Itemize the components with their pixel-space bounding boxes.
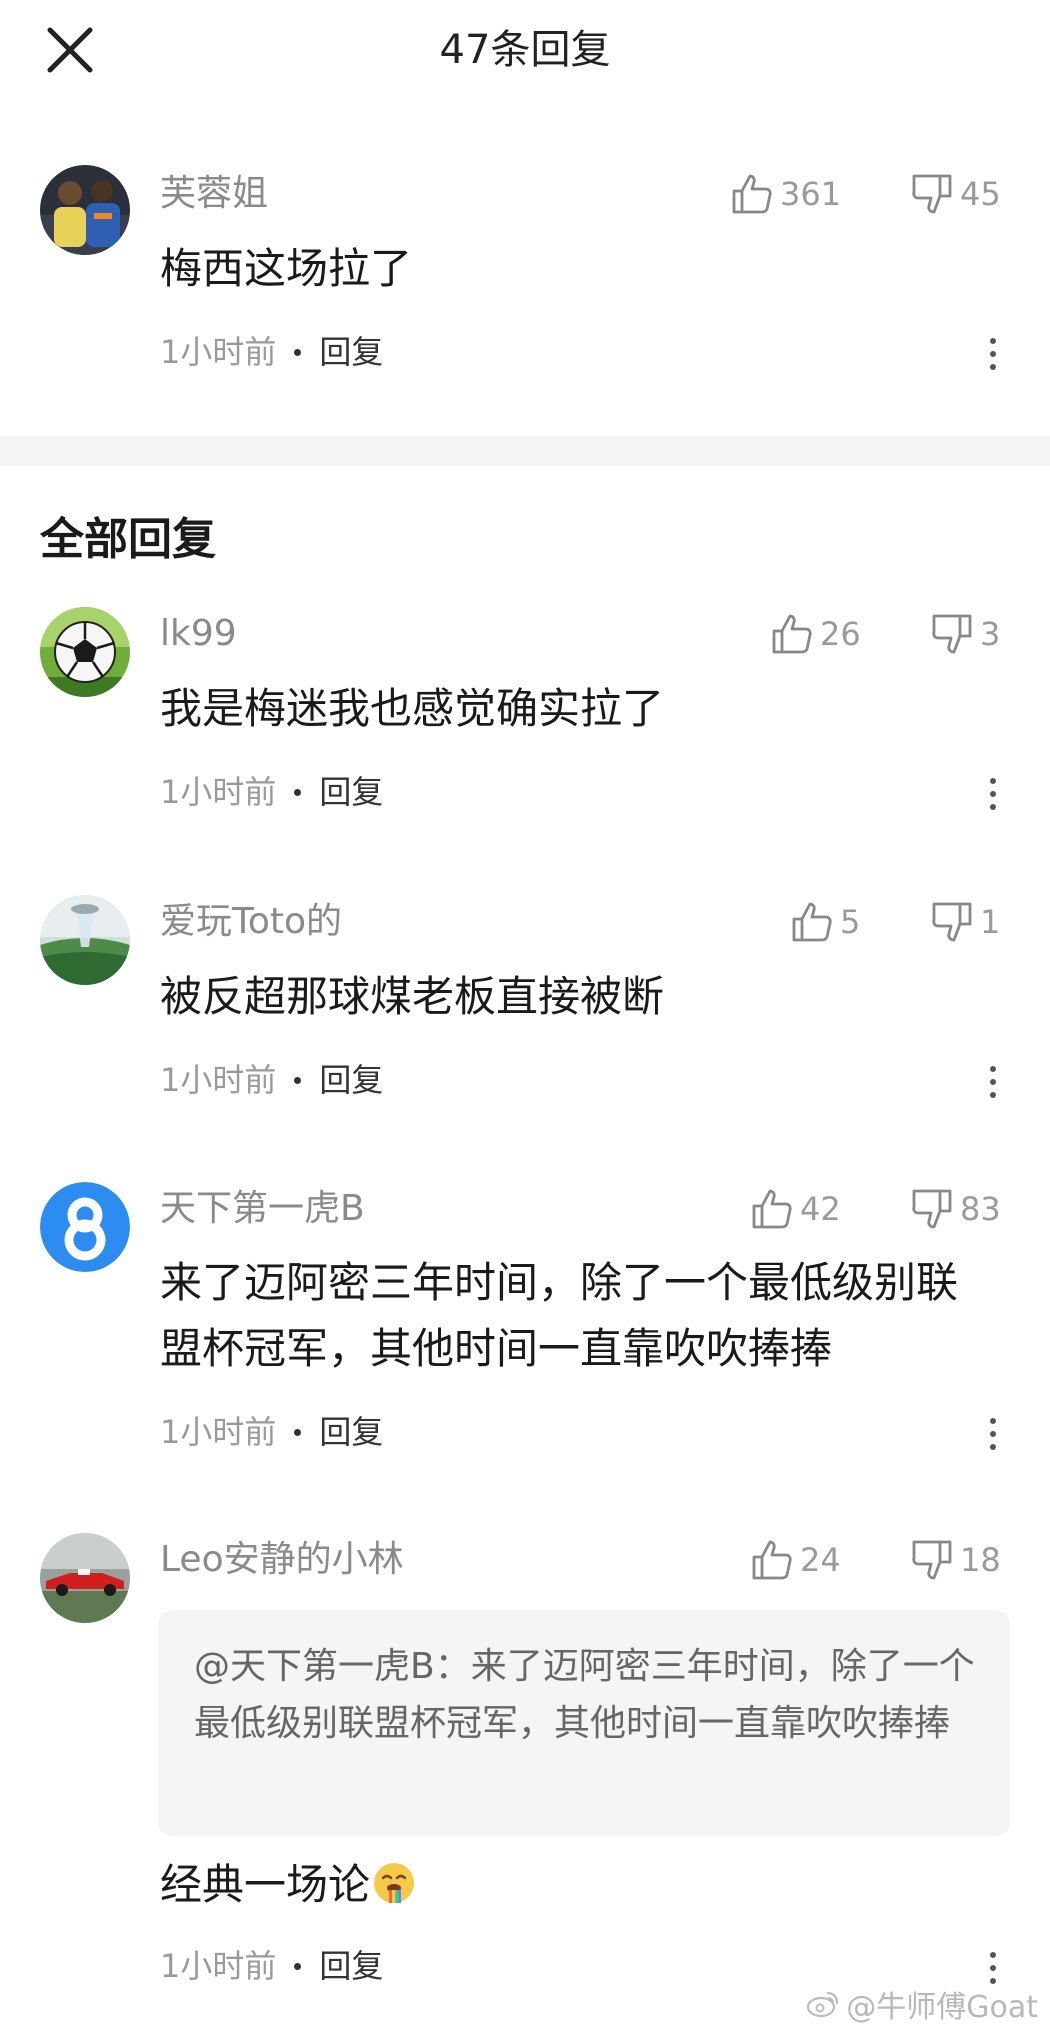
thumbs-down-icon	[932, 902, 972, 942]
thumbs-down-icon	[912, 174, 952, 214]
section-title: 全部回复	[40, 514, 216, 565]
username[interactable]: Leo安静的小林	[160, 1536, 404, 1584]
more-vertical-icon	[990, 1066, 996, 1072]
separator-dot	[294, 1428, 302, 1436]
comment-text: 梅西这场拉了	[160, 244, 413, 293]
watermark: @牛师傅Goat	[806, 1982, 1038, 2026]
timestamp: 1小时前	[160, 1061, 277, 1099]
more-vertical-icon	[990, 1952, 996, 1958]
thumbs-down-icon	[912, 1189, 952, 1229]
avatar[interactable]	[40, 607, 130, 697]
separator-dot	[294, 1962, 302, 1970]
timestamp: 1小时前	[160, 333, 277, 371]
username[interactable]: lk99	[160, 610, 237, 658]
section-divider	[0, 436, 1050, 466]
thumbs-up-icon	[752, 1189, 792, 1229]
avatar[interactable]	[40, 1182, 130, 1272]
reply-button[interactable]: 回复	[319, 1058, 383, 1102]
more-options-button[interactable]	[982, 772, 1004, 816]
dislike-button[interactable]: 45	[910, 170, 1001, 218]
more-options-button[interactable]	[982, 1412, 1004, 1456]
separator-dot	[294, 1076, 302, 1084]
more-vertical-icon	[990, 338, 996, 344]
header-bar: 47条回复	[0, 0, 1050, 100]
dislike-count: 3	[980, 615, 1001, 653]
comment-meta: 1小时前 回复	[160, 770, 383, 814]
dislike-count: 18	[960, 1541, 1001, 1579]
like-button[interactable]: 361	[730, 170, 841, 218]
reply-button[interactable]: 回复	[319, 1944, 383, 1988]
avatar[interactable]	[40, 1533, 130, 1623]
avatar[interactable]	[40, 165, 130, 255]
comment-text: 我是梅迷我也感觉确实拉了	[160, 684, 665, 733]
username[interactable]: 天下第一虎B	[160, 1185, 365, 1233]
separator-dot	[294, 788, 302, 796]
quoted-text: @天下第一虎B：来了迈阿密三年时间，除了一个最低级别联盟杯冠军，其他时间一直靠吹…	[194, 1646, 975, 1744]
separator-dot	[294, 348, 302, 356]
comment-meta: 1小时前 回复	[160, 1410, 383, 1454]
comment-meta: 1小时前 回复	[160, 1944, 383, 1988]
thumbs-down-icon	[912, 1540, 952, 1580]
like-count: 42	[800, 1190, 841, 1228]
avatar[interactable]	[40, 895, 130, 985]
more-vertical-icon	[990, 778, 996, 784]
timestamp: 1小时前	[160, 773, 277, 811]
dislike-button[interactable]: 3	[930, 610, 1000, 658]
like-button[interactable]: 5	[790, 898, 860, 946]
comment-text: 经典一场论	[160, 1852, 1000, 1918]
weibo-logo-icon	[807, 1991, 839, 2018]
like-button[interactable]: 42	[750, 1185, 841, 1233]
comment-text: 来了迈阿密三年时间，除了一个最低级别联盟杯冠军，其他时间一直靠吹吹捧捧	[160, 1258, 959, 1373]
more-options-button[interactable]	[982, 1060, 1004, 1104]
like-button[interactable]: 24	[750, 1536, 841, 1584]
like-count: 26	[820, 615, 861, 653]
username[interactable]: 爱玩Toto的	[160, 898, 342, 946]
more-options-button[interactable]	[982, 332, 1004, 376]
page-title: 47条回复	[439, 27, 611, 73]
thumbs-down-icon	[932, 614, 972, 654]
reply-button[interactable]: 回复	[319, 770, 383, 814]
comment-meta: 1小时前 回复	[160, 330, 383, 374]
more-vertical-icon	[990, 1418, 996, 1424]
timestamp: 1小时前	[160, 1413, 277, 1451]
dislike-count: 1	[980, 903, 1001, 941]
thumbs-up-icon	[752, 1540, 792, 1580]
thumbs-up-icon	[772, 614, 812, 654]
dislike-button[interactable]: 1	[930, 898, 1000, 946]
thumbs-up-icon	[732, 174, 772, 214]
dislike-count: 45	[960, 175, 1001, 213]
dislike-count: 83	[960, 1190, 1001, 1228]
like-count: 361	[780, 175, 842, 213]
dislike-button[interactable]: 18	[910, 1536, 1001, 1584]
timestamp: 1小时前	[160, 1947, 277, 1985]
drooling-face-emoji	[372, 1858, 416, 1903]
dislike-button[interactable]: 83	[910, 1185, 1001, 1233]
comment-text-body: 经典一场论	[160, 1860, 371, 1909]
watermark-text: @牛师傅Goat	[846, 1990, 1038, 2025]
comment-meta: 1小时前 回复	[160, 1058, 383, 1102]
reply-button[interactable]: 回复	[319, 330, 383, 374]
like-button[interactable]: 26	[770, 610, 861, 658]
quoted-reply[interactable]: @天下第一虎B：来了迈阿密三年时间，除了一个最低级别联盟杯冠军，其他时间一直靠吹…	[158, 1610, 1010, 1836]
thumbs-up-icon	[792, 902, 832, 942]
username[interactable]: 芙蓉姐	[160, 170, 268, 218]
comment-text: 被反超那球煤老板直接被断	[160, 972, 665, 1021]
like-count: 5	[840, 903, 861, 941]
like-count: 24	[800, 1541, 841, 1579]
reply-button[interactable]: 回复	[319, 1410, 383, 1454]
